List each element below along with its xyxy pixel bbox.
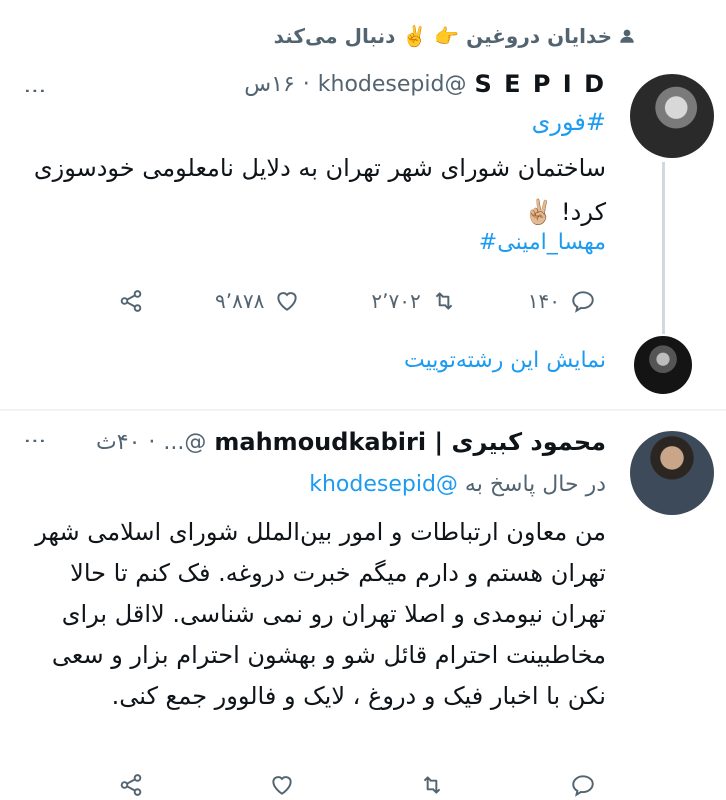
thread-line bbox=[662, 162, 665, 334]
separator: · bbox=[148, 429, 156, 455]
action-bar bbox=[118, 772, 596, 798]
tweet-header: S E P I D @khodesepid · ۱۶س bbox=[244, 70, 606, 98]
reply-button[interactable]: ۱۴۰ bbox=[528, 288, 596, 314]
retweet-button[interactable]: ۲٬۷۰۲ bbox=[371, 288, 456, 314]
user-handle[interactable]: @khodesepid bbox=[318, 72, 467, 97]
reply-icon bbox=[572, 775, 594, 797]
like-count: ۹٬۸۷۸ bbox=[215, 289, 265, 313]
more-icon[interactable]: ⋮ bbox=[22, 80, 47, 104]
action-bar: ۱۴۰ ۲٬۷۰۲ ۹٬۸۷۸ bbox=[118, 288, 596, 314]
like-button[interactable] bbox=[269, 772, 295, 798]
tweet-text: من معاون ارتباطات و امور بین‌الملل شورای… bbox=[35, 518, 606, 710]
tweet-header: محمود کبیری | mahmoudkabiri @... · ۴۰ث bbox=[96, 428, 606, 456]
avatar[interactable] bbox=[630, 431, 714, 515]
share-button[interactable] bbox=[118, 772, 144, 798]
reply-icon bbox=[572, 291, 594, 313]
tweet-text: ساختمان شورای شهر تهران به دلایل نامعلوم… bbox=[33, 154, 606, 226]
hashtag-link[interactable]: #فوری bbox=[532, 108, 606, 136]
avatar[interactable] bbox=[630, 74, 714, 158]
like-button[interactable]: ۹٬۸۷۸ bbox=[215, 288, 300, 314]
share-icon bbox=[120, 290, 142, 312]
share-icon bbox=[120, 774, 142, 796]
share-button[interactable] bbox=[118, 288, 144, 314]
social-context[interactable]: خدایان دروغین 👉 ✌️ دنبال می‌کند bbox=[274, 24, 636, 48]
avatar[interactable] bbox=[634, 336, 692, 394]
retweet-icon bbox=[435, 292, 453, 310]
display-name[interactable]: محمود کبیری | mahmoudkabiri bbox=[214, 428, 606, 456]
replying-to-label: در حال پاسخ به bbox=[464, 472, 606, 497]
more-icon[interactable]: ⋮ bbox=[22, 430, 47, 454]
hashtag-link[interactable]: مهسا_امینی# bbox=[479, 230, 606, 255]
retweet-button[interactable] bbox=[419, 772, 445, 798]
tweet-time[interactable]: ۱۶س bbox=[244, 72, 295, 97]
reply-handle-link[interactable]: @khodesepid bbox=[309, 472, 458, 497]
tweet-time[interactable]: ۴۰ث bbox=[96, 430, 140, 455]
like-icon bbox=[277, 292, 298, 311]
display-name[interactable]: S E P I D bbox=[474, 70, 606, 98]
person-icon bbox=[620, 29, 634, 43]
retweet-icon bbox=[424, 776, 441, 794]
reply-count: ۱۴۰ bbox=[527, 289, 560, 313]
replying-to: در حال پاسخ به @khodesepid bbox=[309, 472, 606, 497]
like-icon bbox=[272, 776, 292, 795]
retweet-count: ۲٬۷۰۲ bbox=[371, 289, 421, 313]
divider bbox=[0, 409, 726, 411]
show-thread-link[interactable]: نمایش این رشته‌توییت bbox=[404, 348, 606, 373]
separator: · bbox=[302, 71, 310, 97]
social-context-text: خدایان دروغین 👉 ✌️ دنبال می‌کند bbox=[273, 24, 612, 48]
reply-button[interactable] bbox=[570, 772, 596, 798]
user-handle[interactable]: @... bbox=[163, 430, 206, 455]
